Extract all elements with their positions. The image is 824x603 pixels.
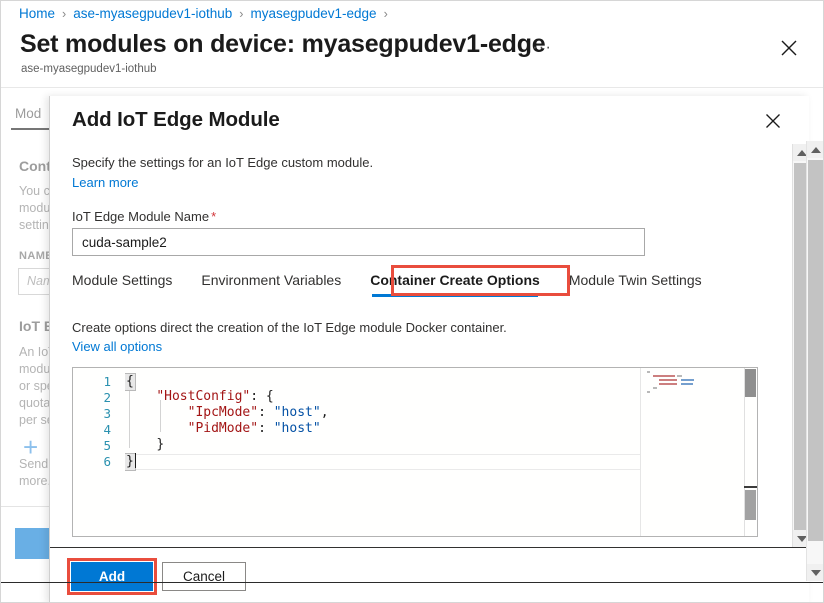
code-line-6: } <box>125 453 135 471</box>
editor-vertical-scrollbar[interactable] <box>744 368 757 536</box>
create-options-code-editor[interactable]: 1 2 3 4 5 6 { "HostConfig": { " <box>72 367 758 537</box>
page-title: Set modules on device: myasegpudev1-edge <box>20 30 546 59</box>
background-name-placeholder: Nam <box>27 274 49 288</box>
code-line-2: "HostConfig": { <box>125 389 274 405</box>
page-scroll-up-button[interactable] <box>807 141 824 158</box>
add-button[interactable]: Add <box>71 562 153 591</box>
triangle-up-icon <box>797 150 807 156</box>
tab-container-create-options[interactable]: Container Create Options <box>370 270 540 297</box>
breadcrumb: Home › ase-myasegpudev1-iothub › myasegp… <box>19 6 395 21</box>
line-number: 4 <box>103 422 111 437</box>
code-line-4: "PidMode": "host" <box>125 421 321 437</box>
background-paragraph-2: An IoT modu or spe quota per se <box>19 344 49 429</box>
page-subtitle: ase-myasegpudev1-iothub <box>21 63 157 75</box>
chevron-right-icon: › <box>62 7 66 21</box>
background-paragraph-3: Send more. <box>19 456 49 490</box>
modal-close-button[interactable] <box>763 111 783 131</box>
triangle-down-icon <box>797 536 807 542</box>
background-review-create-button[interactable]: R <box>15 528 49 559</box>
background-tab-underline <box>11 128 49 130</box>
background-heading-iot-edge-modules: IoT E <box>19 318 49 334</box>
breadcrumb-item-iothub[interactable]: ase-myasegpudev1-iothub <box>73 6 232 21</box>
editor-scrollbar-marker <box>744 486 757 488</box>
background-tab-modules[interactable]: Mod <box>15 106 41 121</box>
module-name-input[interactable] <box>72 228 645 256</box>
module-name-label: IoT Edge Module Name* <box>72 209 216 224</box>
close-icon <box>763 111 783 131</box>
background-name-input[interactable]: Nam <box>18 268 49 295</box>
cancel-button[interactable]: Cancel <box>162 562 246 591</box>
code-line-3: "IpcMode": "host", <box>125 405 329 421</box>
editor-code-area[interactable]: { "HostConfig": { "IpcMode": "host", "Pi… <box>125 368 757 536</box>
triangle-up-icon <box>811 147 821 153</box>
background-heading-container-registry: Cont <box>19 158 49 174</box>
editor-line-number-gutter: 1 2 3 4 5 6 <box>73 368 125 536</box>
modal-body: Specify the settings for an IoT Edge cus… <box>50 144 809 547</box>
view-all-options-link[interactable]: View all options <box>72 339 162 354</box>
background-column-header-name: NAME <box>19 250 49 262</box>
triangle-down-icon <box>811 570 821 576</box>
editor-scrollbar-thumb-secondary[interactable] <box>745 490 756 520</box>
page-vertical-scrollbar[interactable] <box>806 141 823 581</box>
line-number: 2 <box>103 390 111 405</box>
modal-description: Specify the settings for an IoT Edge cus… <box>72 155 373 170</box>
tab-module-twin-settings[interactable]: Module Twin Settings <box>569 270 702 297</box>
line-number: 1 <box>103 374 111 389</box>
chevron-right-icon: › <box>239 7 243 21</box>
page-scrollbar-thumb[interactable] <box>808 160 823 541</box>
background-footer-divider <box>1 506 49 507</box>
text-cursor <box>135 453 136 468</box>
page-scroll-down-button[interactable] <box>807 564 824 581</box>
line-number: 6 <box>103 454 111 469</box>
tab-environment-variables[interactable]: Environment Variables <box>201 270 341 297</box>
learn-more-link[interactable]: Learn more <box>72 175 138 190</box>
add-iot-edge-module-panel: Add IoT Edge Module Specify the settings… <box>49 96 809 603</box>
header-divider <box>1 87 823 88</box>
background-paragraph-1: You ca modu settin <box>19 183 49 234</box>
editor-scrollbar-thumb[interactable] <box>745 369 756 397</box>
background-blade-content: Mod Cont You ca modu settin NAME Nam IoT… <box>1 88 49 602</box>
code-line-5: } <box>125 437 164 453</box>
tab-module-settings[interactable]: Module Settings <box>72 270 172 297</box>
module-name-label-text: IoT Edge Module Name <box>72 209 209 224</box>
bottom-rule <box>1 582 823 583</box>
breadcrumb-item-home[interactable]: Home <box>19 6 55 21</box>
line-number: 3 <box>103 406 111 421</box>
page-overflow-menu-button[interactable]: ··· <box>532 37 552 57</box>
close-icon <box>778 37 800 59</box>
modal-footer: Add Cancel <box>50 547 809 603</box>
create-options-description: Create options direct the creation of th… <box>72 320 507 335</box>
chevron-right-icon: › <box>384 7 388 21</box>
page-close-button[interactable] <box>778 37 800 59</box>
modal-title: Add IoT Edge Module <box>72 108 280 132</box>
module-tabs: Module Settings Environment Variables Co… <box>72 270 731 300</box>
app-screen: Home › ase-myasegpudev1-iothub › myasegp… <box>0 0 824 603</box>
breadcrumb-item-edge-device[interactable]: myasegpudev1-edge <box>250 6 376 21</box>
editor-minimap[interactable] <box>640 368 744 536</box>
line-number: 5 <box>103 438 111 453</box>
required-marker: * <box>211 209 216 224</box>
